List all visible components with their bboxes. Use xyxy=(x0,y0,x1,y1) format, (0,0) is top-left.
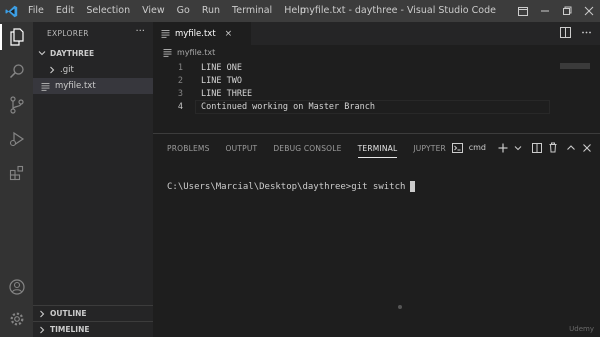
search-icon[interactable] xyxy=(0,56,33,86)
code-editor[interactable]: 1 LINE ONE 2 LINE TWO 3 LINE THREE 4 Con… xyxy=(153,60,600,120)
account-icon[interactable] xyxy=(0,272,33,302)
tab-problems[interactable]: PROBLEMS xyxy=(167,134,210,164)
outline-section[interactable]: OUTLINE xyxy=(33,305,153,321)
activity-bar xyxy=(0,22,33,337)
editor-actions xyxy=(560,27,592,38)
menu-bar: File Edit Selection View Go Run Terminal… xyxy=(22,0,312,22)
explorer-sidebar: EXPLORER ··· DAYTHREE .git myfile.txt OU… xyxy=(33,22,153,337)
tab-terminal[interactable]: TERMINAL xyxy=(357,134,398,164)
bottom-panel: PROBLEMS OUTPUT DEBUG CONSOLE TERMINAL J… xyxy=(153,133,600,337)
mouse-pointer-dot xyxy=(398,305,402,309)
more-actions-icon[interactable]: ··· xyxy=(135,26,145,37)
terminal-cursor xyxy=(410,181,416,192)
trash-icon[interactable] xyxy=(548,142,558,153)
chevron-down-icon[interactable] xyxy=(514,144,522,152)
run-debug-icon[interactable] xyxy=(0,124,33,154)
tree-item-label: .git xyxy=(60,65,74,75)
line-number: 2 xyxy=(177,75,183,86)
outline-label: OUTLINE xyxy=(50,309,87,318)
explorer-files-icon[interactable] xyxy=(0,22,33,52)
terminal-shell-icon xyxy=(451,142,463,153)
tab-output[interactable]: OUTPUT xyxy=(226,134,258,164)
tab-debug-console[interactable]: DEBUG CONSOLE xyxy=(273,134,341,164)
terminal-output[interactable]: C:\Users\Marcial\Desktop\daythree>git sw… xyxy=(167,181,416,192)
menu-selection[interactable]: Selection xyxy=(80,0,136,22)
panel-tabs: PROBLEMS OUTPUT DEBUG CONSOLE TERMINAL J… xyxy=(153,134,462,164)
menu-go[interactable]: Go xyxy=(171,0,196,22)
workspace-folder-daythree[interactable]: DAYTHREE xyxy=(33,45,153,61)
line-number: 4 xyxy=(177,101,183,112)
timeline-label: TIMELINE xyxy=(50,325,90,334)
tab-label: myfile.txt xyxy=(175,28,216,39)
text-file-icon xyxy=(161,30,170,38)
folder-label: DAYTHREE xyxy=(50,48,95,58)
chevron-right-icon xyxy=(50,66,55,74)
text-file-icon xyxy=(41,82,50,91)
breadcrumb: myfile.txt xyxy=(153,45,600,60)
tree-item-label: myfile.txt xyxy=(55,81,96,91)
title-bar: File Edit Selection View Go Run Terminal… xyxy=(0,0,600,22)
menu-edit[interactable]: Edit xyxy=(50,0,80,22)
restore-icon[interactable] xyxy=(556,0,578,22)
split-terminal-icon[interactable] xyxy=(532,142,542,153)
tree-item-git-folder[interactable]: .git xyxy=(33,62,153,78)
window-controls xyxy=(512,0,600,22)
line-text: LINE TWO xyxy=(201,75,242,86)
tab-jupyter[interactable]: JUPYTER xyxy=(413,134,446,164)
text-file-icon xyxy=(163,49,172,57)
menu-run[interactable]: Run xyxy=(196,0,226,22)
minimize-icon[interactable] xyxy=(534,0,556,22)
code-line: 2 LINE TWO xyxy=(153,74,553,87)
code-line-current: 4 Continued working on Master Branch xyxy=(153,100,553,113)
new-terminal-plus-icon[interactable] xyxy=(498,143,508,153)
timeline-section[interactable]: TIMELINE xyxy=(33,321,153,337)
chevron-right-icon xyxy=(40,326,45,333)
terminal-line: C:\Users\Marcial\Desktop\daythree>git sw… xyxy=(167,181,406,192)
close-panel-icon[interactable] xyxy=(582,143,592,153)
editor-tab-bar: myfile.txt × xyxy=(153,22,600,45)
menu-view[interactable]: View xyxy=(136,0,171,22)
panel-actions: cmd xyxy=(451,142,592,153)
breadcrumb-file[interactable]: myfile.txt xyxy=(177,48,215,57)
minimap[interactable] xyxy=(560,63,590,69)
terminal-shell-name[interactable]: cmd xyxy=(469,143,486,152)
menu-terminal[interactable]: Terminal xyxy=(226,0,278,22)
more-actions-icon[interactable] xyxy=(581,27,592,38)
split-editor-icon[interactable] xyxy=(560,27,571,38)
line-text: LINE ONE xyxy=(201,62,242,73)
window-title: myfile.txt - daythree - Visual Studio Co… xyxy=(300,5,496,16)
vscode-logo-icon[interactable] xyxy=(0,0,22,22)
active-indicator xyxy=(0,24,2,50)
udemy-watermark: Udemy xyxy=(569,325,594,333)
source-control-icon[interactable] xyxy=(0,90,33,120)
layout-toggle-icon[interactable] xyxy=(512,0,534,22)
tab-close-icon[interactable]: × xyxy=(225,29,233,39)
extensions-icon[interactable] xyxy=(0,158,33,188)
line-text: LINE THREE xyxy=(201,88,253,99)
line-text: Continued working on Master Branch xyxy=(201,101,375,112)
chevron-right-icon xyxy=(40,310,45,317)
line-number: 1 xyxy=(177,62,183,73)
close-window-icon[interactable] xyxy=(578,0,600,22)
chevron-up-maximize-icon[interactable] xyxy=(566,143,576,153)
settings-gear-icon[interactable] xyxy=(0,304,33,334)
chevron-down-icon xyxy=(38,51,46,56)
menu-file[interactable]: File xyxy=(22,0,50,22)
code-line: 3 LINE THREE xyxy=(153,87,553,100)
tree-item-myfile[interactable]: myfile.txt xyxy=(33,78,153,94)
code-line: 1 LINE ONE xyxy=(153,61,553,74)
line-number: 3 xyxy=(177,88,183,99)
tab-myfile[interactable]: myfile.txt × xyxy=(153,22,251,45)
